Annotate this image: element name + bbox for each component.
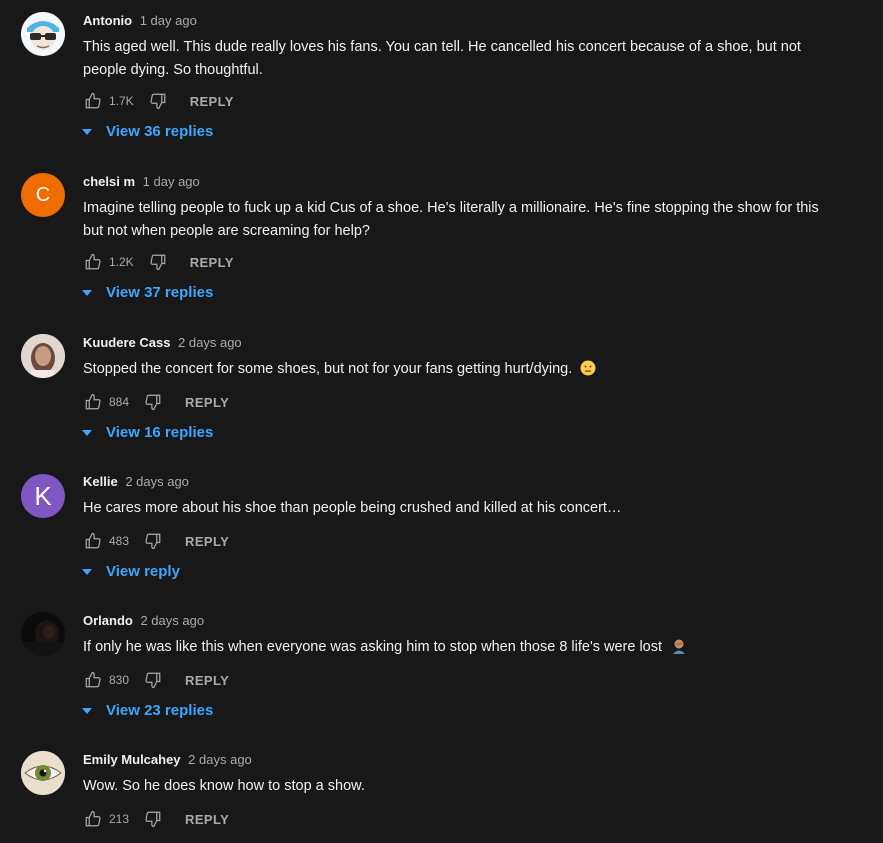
dislike-icon[interactable] xyxy=(143,809,163,829)
like-count: 884 xyxy=(109,395,130,409)
comment-actions: 483 REPLY xyxy=(83,531,229,551)
caret-down-icon xyxy=(82,568,92,575)
reply-button[interactable]: REPLY xyxy=(185,395,229,410)
comment-text: Wow. So he does know how to stop a show. xyxy=(83,775,867,798)
comment-time[interactable]: 2 days ago xyxy=(140,613,204,628)
comment-text-line: Imagine telling people to fuck up a kid … xyxy=(83,200,819,216)
view-replies-button[interactable]: View 23 replies xyxy=(81,702,213,719)
avatar[interactable] xyxy=(21,751,65,795)
comment-body: chelsi m 1 day ago Imagine telling peopl… xyxy=(83,173,867,243)
comment-time[interactable]: 1 day ago xyxy=(140,13,197,28)
author-name[interactable]: Antonio xyxy=(83,13,132,28)
comment-text-line: but not when people are screaming for he… xyxy=(83,223,370,239)
avatar[interactable]: K xyxy=(21,474,65,518)
eye-photo-avatar-icon xyxy=(21,751,65,795)
avatar-letter: C xyxy=(35,183,51,206)
like-count: 1.2K xyxy=(109,255,134,269)
avatar[interactable] xyxy=(21,612,65,656)
view-replies-label: View 16 replies xyxy=(106,424,214,441)
dislike-icon[interactable] xyxy=(143,670,163,690)
comment-meta: Orlando 2 days ago xyxy=(83,612,867,630)
author-name[interactable]: chelsi m xyxy=(83,174,135,189)
comment-actions: 884 REPLY xyxy=(83,392,229,412)
avatar[interactable]: C xyxy=(21,173,65,217)
comment-body: Kellie 2 days ago He cares more about hi… xyxy=(83,473,867,520)
comment-text-line: If only he was like this when everyone w… xyxy=(83,639,663,655)
author-name[interactable]: Kellie xyxy=(83,474,118,489)
caret-down-icon xyxy=(82,289,92,296)
reply-button[interactable]: REPLY xyxy=(185,534,229,549)
like-count: 213 xyxy=(109,812,130,826)
view-replies-label: View 23 replies xyxy=(106,702,214,719)
comment-time[interactable]: 2 days ago xyxy=(178,335,242,350)
comment-text: He cares more about his shoe than people… xyxy=(83,497,867,520)
comment-actions: 1.7K REPLY xyxy=(83,91,234,111)
comment-meta: chelsi m 1 day ago xyxy=(83,173,867,191)
comment-actions: 830 REPLY xyxy=(83,670,229,690)
reply-button[interactable]: REPLY xyxy=(185,812,229,827)
comment-text: This aged well. This dude really loves h… xyxy=(83,36,867,82)
dislike-icon[interactable] xyxy=(143,531,163,551)
view-replies-label: View 37 replies xyxy=(106,284,214,301)
view-replies-button[interactable]: View reply xyxy=(81,563,180,580)
comment-text: Stopped the concert for some shoes, but … xyxy=(83,358,867,384)
author-name[interactable]: Kuudere Cass xyxy=(83,335,170,350)
avatar[interactable] xyxy=(21,334,65,378)
dark-photo-avatar-icon xyxy=(21,612,65,656)
comment-body: Antonio 1 day ago This aged well. This d… xyxy=(83,12,867,82)
caret-down-icon xyxy=(82,128,92,135)
reply-button[interactable]: REPLY xyxy=(185,673,229,688)
comment-text: If only he was like this when everyone w… xyxy=(83,636,867,662)
view-replies-button[interactable]: View 36 replies xyxy=(81,123,213,140)
dislike-icon[interactable] xyxy=(148,252,168,272)
comment-actions: 213 REPLY xyxy=(83,809,229,829)
caret-down-icon xyxy=(82,429,92,436)
comment-time[interactable]: 1 day ago xyxy=(143,174,200,189)
like-icon[interactable] xyxy=(83,252,103,272)
view-replies-button[interactable]: View 37 replies xyxy=(81,284,213,301)
author-name[interactable]: Orlando xyxy=(83,613,133,628)
like-count: 830 xyxy=(109,673,130,687)
comment-meta: Emily Mulcahey 2 days ago xyxy=(83,751,867,769)
like-icon[interactable] xyxy=(83,531,103,551)
comment-text-line: people dying. So thoughtful. xyxy=(83,62,263,78)
dislike-icon[interactable] xyxy=(143,392,163,412)
comment-text-line: Wow. So he does know how to stop a show. xyxy=(83,778,365,794)
caret-down-icon xyxy=(82,707,92,714)
like-icon[interactable] xyxy=(83,670,103,690)
comment-body: Emily Mulcahey 2 days ago Wow. So he doe… xyxy=(83,751,867,798)
reply-button[interactable]: REPLY xyxy=(190,255,234,270)
dislike-icon[interactable] xyxy=(148,91,168,111)
view-replies-button[interactable]: View 16 replies xyxy=(81,424,213,441)
comment-meta: Kellie 2 days ago xyxy=(83,473,867,491)
like-icon[interactable] xyxy=(83,809,103,829)
comment-meta: Antonio 1 day ago xyxy=(83,12,867,30)
comment-text-line: This aged well. This dude really loves h… xyxy=(83,39,801,55)
comment-text-line: Stopped the concert for some shoes, but … xyxy=(83,361,573,377)
photo-avatar-icon xyxy=(21,334,65,378)
comment-meta: Kuudere Cass 2 days ago xyxy=(83,334,867,352)
sunglasses-avatar-icon xyxy=(21,12,65,56)
view-replies-label: View reply xyxy=(106,563,180,580)
like-count: 1.7K xyxy=(109,94,134,108)
person-facepalming-emoji-icon xyxy=(670,638,688,662)
avatar-letter: K xyxy=(34,480,52,511)
author-name[interactable]: Emily Mulcahey xyxy=(83,752,181,767)
comment-time[interactable]: 2 days ago xyxy=(125,474,189,489)
neutral-face-emoji-icon xyxy=(580,360,596,384)
like-count: 483 xyxy=(109,534,130,548)
avatar[interactable] xyxy=(21,12,65,56)
comment-text-line: He cares more about his shoe than people… xyxy=(83,500,622,516)
comment-text: Imagine telling people to fuck up a kid … xyxy=(83,197,867,243)
like-icon[interactable] xyxy=(83,392,103,412)
like-icon[interactable] xyxy=(83,91,103,111)
comment-body: Orlando 2 days ago If only he was like t… xyxy=(83,612,867,662)
comment-body: Kuudere Cass 2 days ago Stopped the conc… xyxy=(83,334,867,384)
comment-time[interactable]: 2 days ago xyxy=(188,752,252,767)
reply-button[interactable]: REPLY xyxy=(190,94,234,109)
comment-actions: 1.2K REPLY xyxy=(83,252,234,272)
view-replies-label: View 36 replies xyxy=(106,123,214,140)
